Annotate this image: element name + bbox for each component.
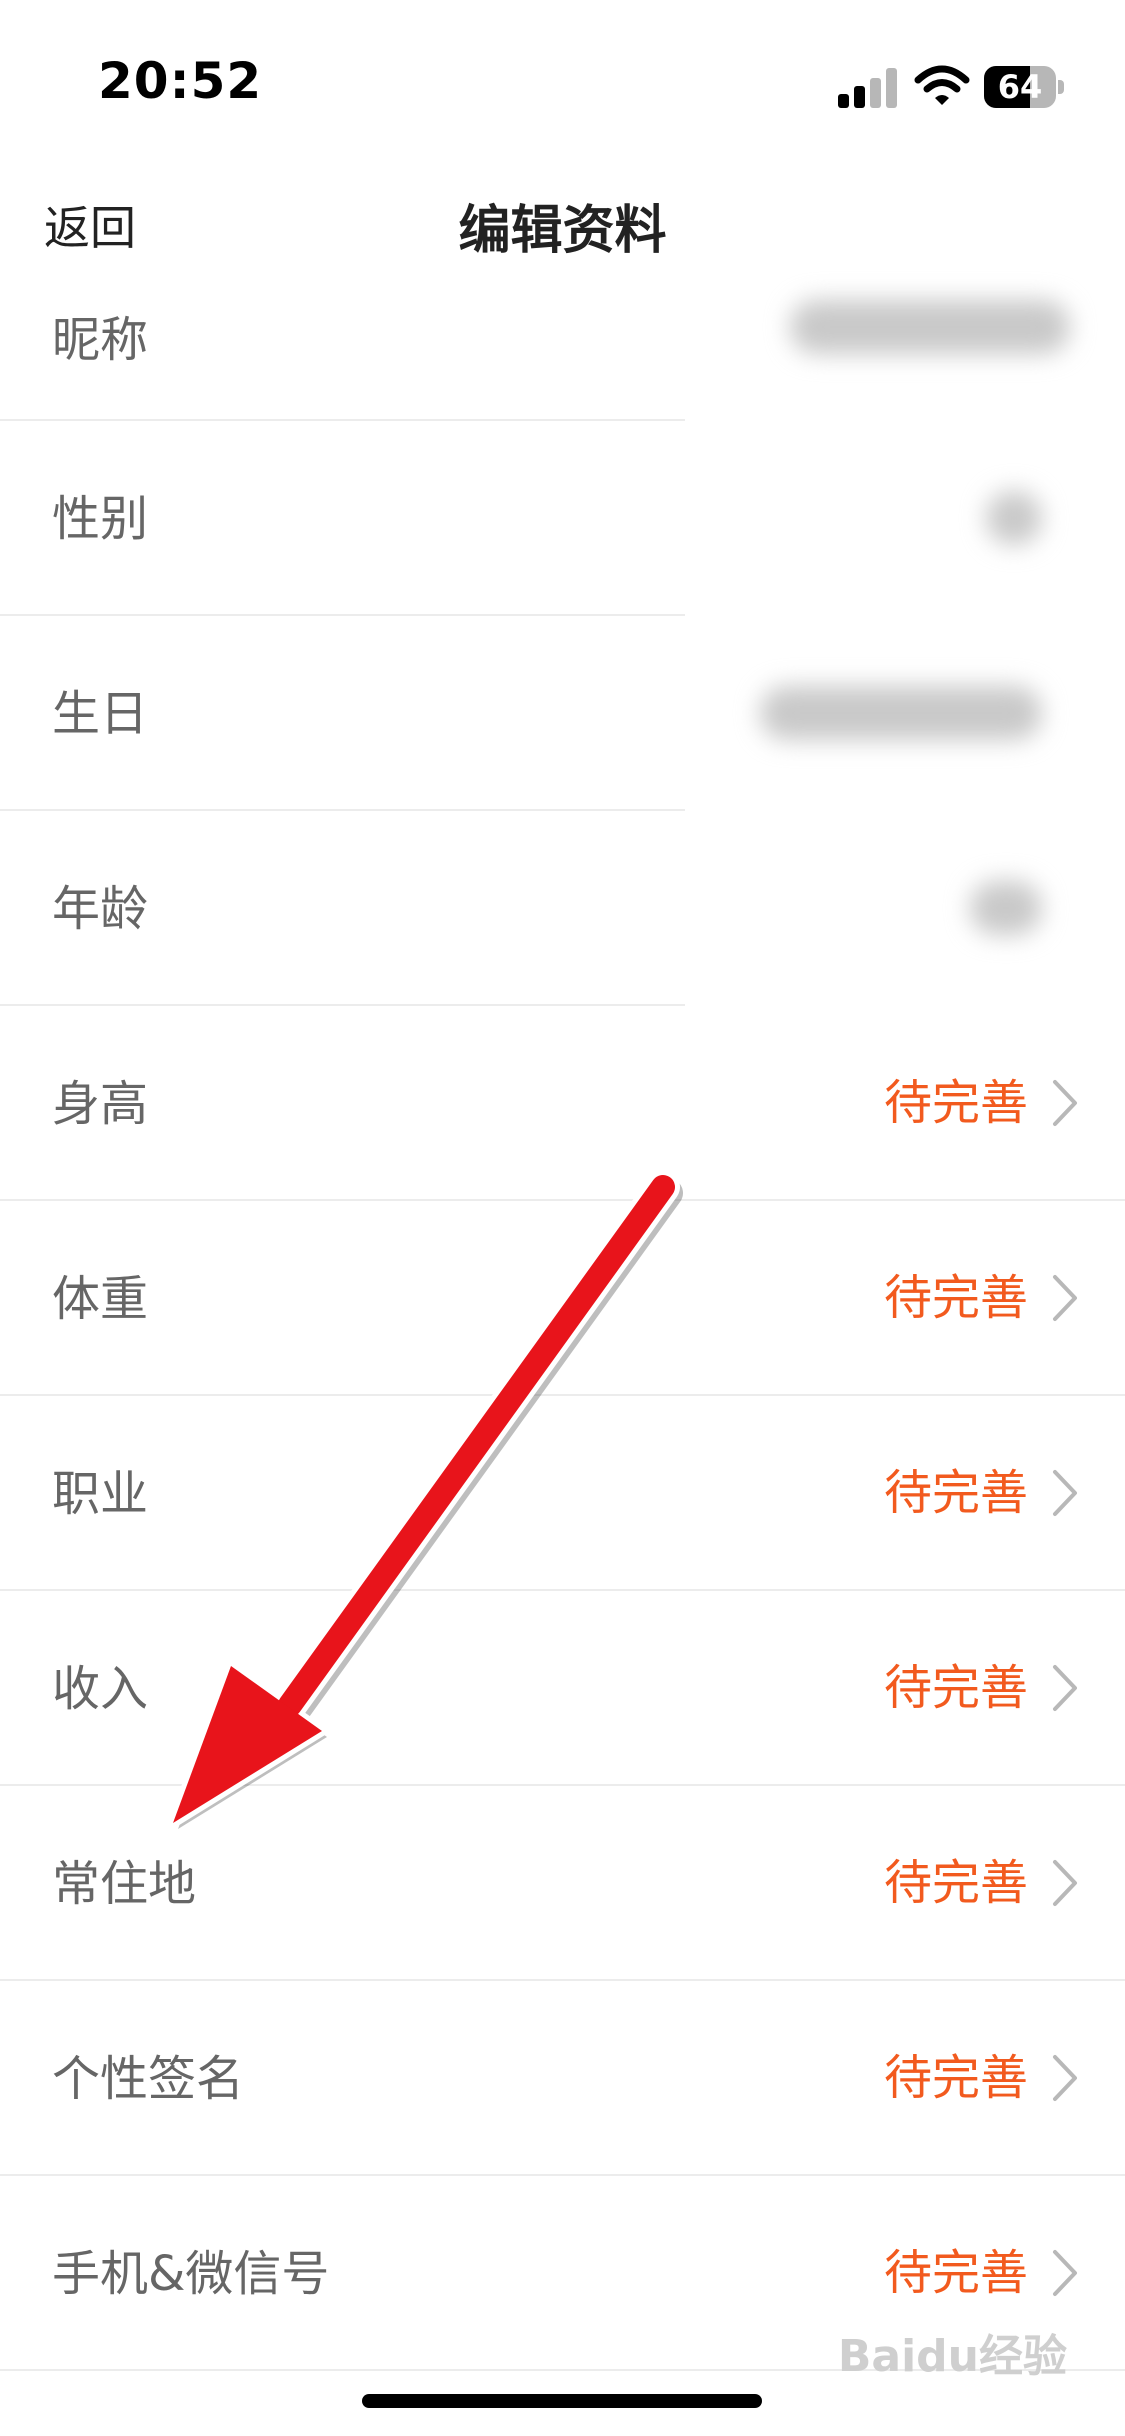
blurred-value-gender (986, 491, 1042, 545)
list-item-height[interactable]: 身高 待完善 (0, 1006, 1125, 1201)
list-item-occupation[interactable]: 职业 待完善 (0, 1396, 1125, 1591)
row-label-age: 年龄 (52, 881, 149, 937)
list-item-gender[interactable]: 性别 (0, 421, 1125, 616)
wifi-icon (914, 65, 970, 105)
blurred-value-birthday (760, 686, 1042, 740)
status-text-income: 待完善 (883, 1660, 1028, 1716)
watermark: Baidu经验 (837, 2331, 1067, 2382)
row-label-nickname: 昵称 (52, 312, 149, 368)
row-label-height: 身高 (52, 1076, 149, 1132)
status-text-signature: 待完善 (883, 2050, 1028, 2106)
profile-list: 昵称 性别 生日 年龄 身高 待完善 体重 待完善 职业 待完善 收入 待完善 … (0, 300, 1125, 2371)
row-label-gender: 性别 (52, 491, 149, 547)
chevron-right-icon (1053, 2250, 1077, 2296)
chevron-right-icon (1053, 1470, 1077, 1516)
status-time: 20:52 (98, 52, 263, 110)
status-bar: 20:52 64 (0, 0, 1125, 150)
status-text-height: 待完善 (883, 1075, 1028, 1131)
blurred-value-age (970, 881, 1042, 935)
home-indicator (362, 2394, 762, 2408)
status-text-residence: 待完善 (883, 1855, 1028, 1911)
page-title: 编辑资料 (458, 201, 667, 261)
list-item-birthday[interactable]: 生日 (0, 616, 1125, 811)
row-label-residence: 常住地 (52, 1856, 197, 1912)
chevron-right-icon (1053, 1860, 1077, 1906)
nav-bar: 返回 编辑资料 (0, 150, 1125, 300)
status-text-contact: 待完善 (883, 2245, 1028, 2301)
chevron-right-icon (1053, 1665, 1077, 1711)
list-item-signature[interactable]: 个性签名 待完善 (0, 1981, 1125, 2176)
battery-level: 64 (997, 68, 1043, 106)
row-label-birthday: 生日 (52, 686, 149, 742)
list-item-weight[interactable]: 体重 待完善 (0, 1201, 1125, 1396)
status-text-weight: 待完善 (883, 1270, 1028, 1326)
chevron-right-icon (1053, 1080, 1077, 1126)
row-label-occupation: 职业 (52, 1466, 149, 1522)
status-text-occupation: 待完善 (883, 1465, 1028, 1521)
row-label-signature: 个性签名 (52, 2051, 245, 2107)
list-item-nickname[interactable]: 昵称 (0, 300, 1125, 421)
list-item-residence[interactable]: 常住地 待完善 (0, 1786, 1125, 1981)
list-item-age[interactable]: 年龄 (0, 811, 1125, 1006)
row-label-income: 收入 (52, 1661, 149, 1717)
signal-icon (838, 68, 898, 108)
chevron-right-icon (1053, 2055, 1077, 2101)
row-label-contact: 手机&微信号 (52, 2246, 330, 2302)
list-item-income[interactable]: 收入 待完善 (0, 1591, 1125, 1786)
battery-icon: 64 (984, 66, 1064, 108)
row-label-weight: 体重 (52, 1271, 149, 1327)
blurred-value-nickname (790, 300, 1070, 354)
chevron-right-icon (1053, 1275, 1077, 1321)
